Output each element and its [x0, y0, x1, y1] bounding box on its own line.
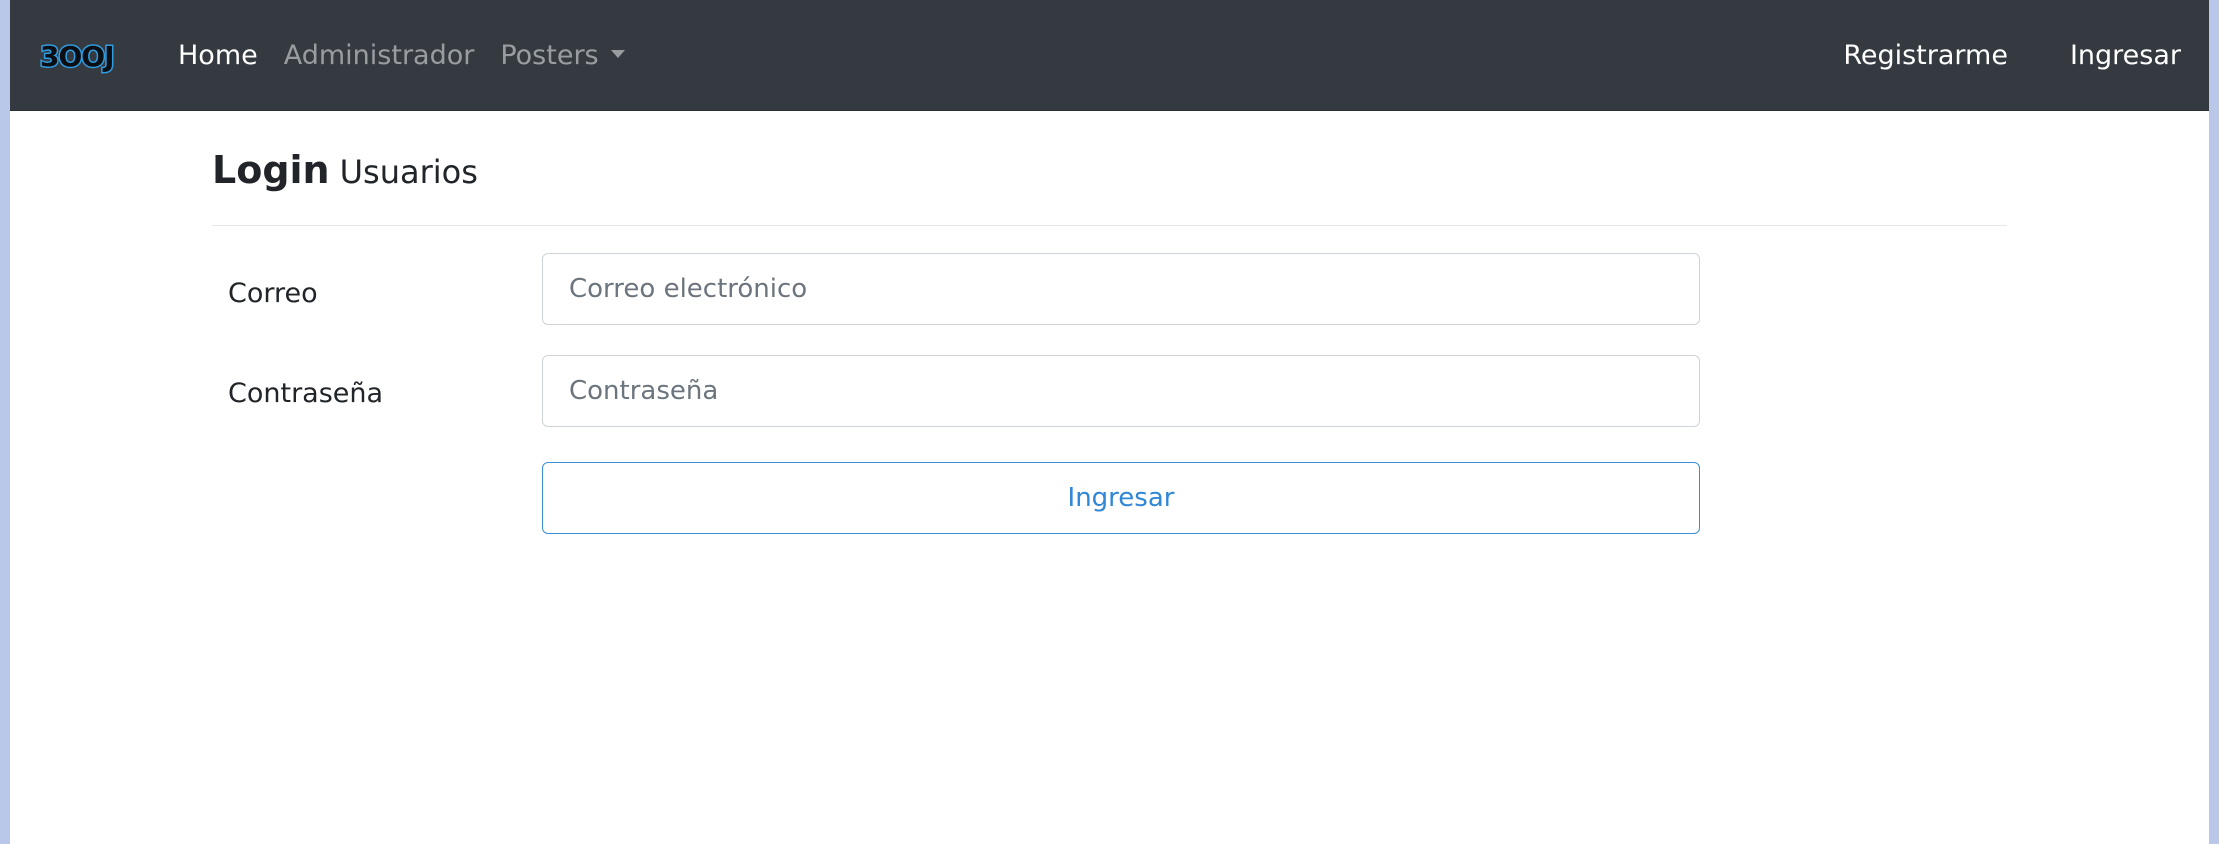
email-field[interactable] — [542, 253, 1700, 325]
page-title: Login Usuarios — [212, 148, 478, 192]
nav-administrador[interactable]: Administrador — [284, 40, 475, 71]
caret-down-icon — [610, 49, 625, 58]
nav-registrarme[interactable]: Registrarme — [1843, 40, 2008, 71]
nav-posters-label: Posters — [500, 40, 599, 71]
password-label: Contraseña — [228, 378, 384, 409]
page-title-main: Login — [212, 148, 330, 192]
main-nav: Home Administrador Posters — [178, 40, 625, 71]
brand-logo[interactable]: 3OOJ — [39, 40, 116, 73]
page-frame: 3OOJ Home Administrador Posters Registra… — [10, 0, 2209, 844]
nav-ingresar[interactable]: Ingresar — [2070, 40, 2181, 71]
nav-home[interactable]: Home — [178, 40, 258, 71]
title-divider — [212, 225, 2007, 226]
login-submit-button[interactable]: Ingresar — [542, 462, 1700, 534]
email-label: Correo — [228, 278, 318, 309]
password-field[interactable] — [542, 355, 1700, 427]
top-navbar: 3OOJ Home Administrador Posters Registra… — [10, 0, 2209, 110]
nav-posters-dropdown[interactable]: Posters — [500, 40, 625, 71]
account-nav: Registrarme Ingresar — [1843, 40, 2181, 71]
page-title-sub: Usuarios — [339, 153, 478, 191]
